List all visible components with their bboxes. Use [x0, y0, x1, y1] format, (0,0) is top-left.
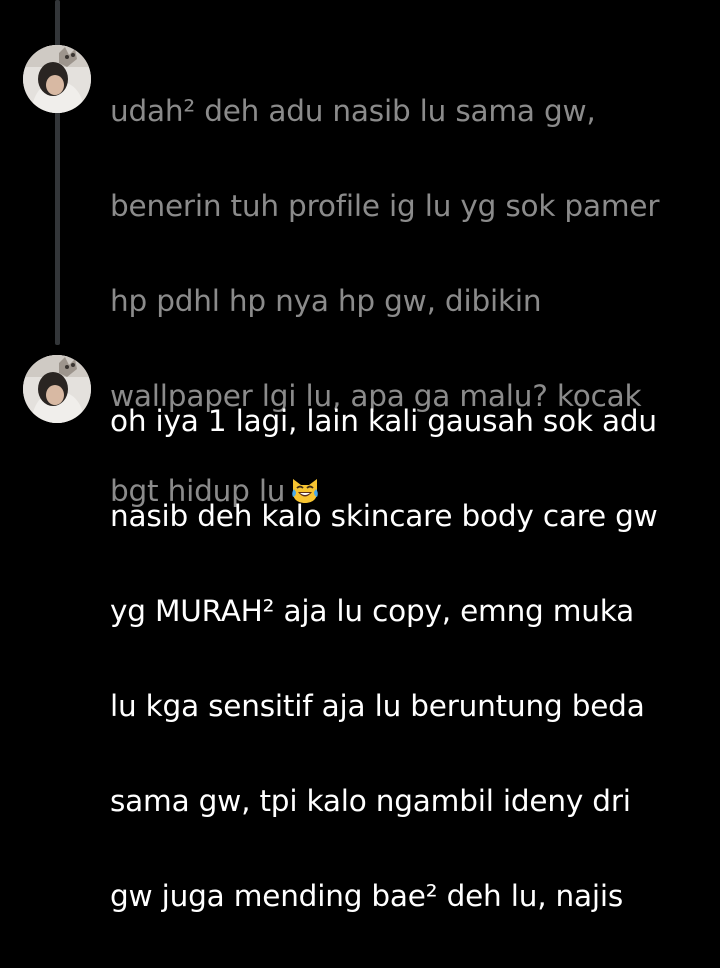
text-line: oh iya 1 lagi, lain kali gausah sok adu	[110, 403, 657, 438]
reply-text: oh iya 1 lagi, lain kali gausah sok adu …	[110, 350, 710, 968]
text-line: sama gw, tpi kalo ngambil ideny dri	[110, 783, 631, 818]
text-line: benerin tuh profile ig lu yg sok pamer	[110, 188, 660, 223]
user-avatar[interactable]	[23, 355, 91, 423]
text-line: gw juga mending bae² deh lu, najis	[110, 878, 624, 913]
text-line: nasib deh kalo skincare body care gw	[110, 498, 658, 533]
text-line: hp pdhl hp nya hp gw, dibikin	[110, 283, 542, 318]
text-line: lu kga sensitif aja lu beruntung beda	[110, 688, 645, 723]
text-line: udah² deh adu nasib lu sama gw,	[110, 93, 596, 128]
text-line: yg MURAH² aja lu copy, emng muka	[110, 593, 635, 628]
user-avatar[interactable]	[23, 45, 91, 113]
